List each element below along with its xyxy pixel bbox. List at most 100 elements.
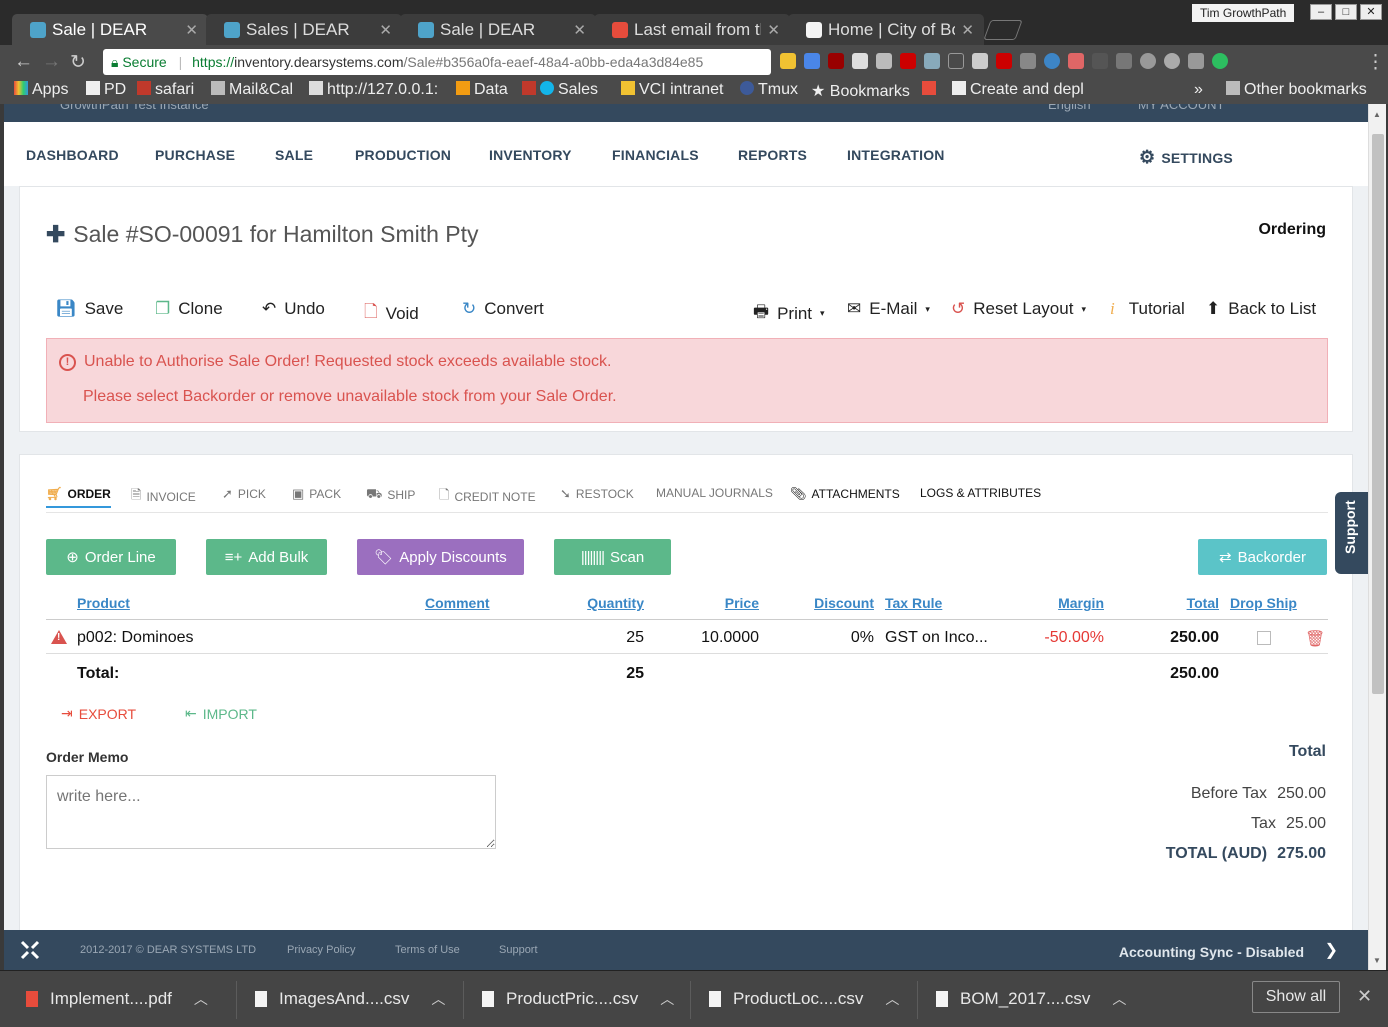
close-window-icon[interactable]: ✕ bbox=[1360, 4, 1382, 20]
download-item[interactable]: BOM_2017....csv ︿ bbox=[936, 989, 1126, 1009]
calendar-icon[interactable] bbox=[804, 53, 820, 69]
print-button[interactable]: 🖶︎ Print ▾ bbox=[753, 299, 825, 328]
close-icon[interactable]: ✕ bbox=[185, 21, 198, 39]
bookmark-tmux[interactable]: Tmux bbox=[740, 81, 798, 99]
tab-attachments[interactable]: 📎︎ ATTACHMENTS bbox=[790, 486, 900, 502]
drop-ship-checkbox[interactable] bbox=[1257, 631, 1271, 645]
close-icon[interactable]: ✕ bbox=[961, 21, 974, 39]
s-icon[interactable] bbox=[1020, 53, 1036, 69]
scan-button[interactable]: |||||||| Scan bbox=[554, 539, 671, 575]
chevron-up-icon[interactable]: ︿ bbox=[660, 989, 674, 1009]
close-icon[interactable]: ✕ bbox=[1357, 986, 1372, 1007]
order-line-button[interactable]: ⊕ Order Line bbox=[46, 539, 176, 575]
minimize-icon[interactable]: – bbox=[1310, 4, 1332, 20]
col-margin[interactable]: Margin bbox=[1058, 595, 1104, 611]
nav-financials[interactable]: FINANCIALS bbox=[612, 147, 699, 163]
maximize-icon[interactable]: □ bbox=[1335, 4, 1357, 20]
star-icon[interactable] bbox=[948, 53, 964, 69]
download-item[interactable]: Implement....pdf ︿ bbox=[26, 989, 208, 1009]
col-product[interactable]: Product bbox=[77, 595, 130, 611]
tab-order[interactable]: 🛒︎ ORDER bbox=[46, 486, 111, 508]
bookmark-mailcal[interactable]: Mail&Cal bbox=[211, 81, 293, 99]
chevron-up-icon[interactable]: ︿ bbox=[885, 989, 899, 1009]
tab-manual-journals[interactable]: MANUAL JOURNALS bbox=[656, 486, 773, 500]
row-quantity[interactable]: 25 bbox=[626, 629, 644, 647]
privacy-link[interactable]: Privacy Policy bbox=[287, 944, 355, 956]
bookmark-pd[interactable]: PD bbox=[86, 81, 126, 99]
tab-pack[interactable]: ▣ PACK bbox=[292, 486, 341, 502]
col-comment[interactable]: Comment bbox=[425, 595, 490, 611]
bookmark-localhost[interactable]: http://127.0.0.1: bbox=[309, 81, 438, 99]
back-to-list-button[interactable]: ⬆ Back to List bbox=[1206, 299, 1316, 319]
row-tax-rule[interactable]: GST on Inco... bbox=[885, 629, 988, 647]
clipper-icon[interactable] bbox=[852, 53, 868, 69]
support-tab[interactable]: Support bbox=[1335, 492, 1368, 574]
ext-dark-icon[interactable] bbox=[1092, 53, 1108, 69]
tutorial-button[interactable]: i Tutorial bbox=[1110, 299, 1185, 319]
menu-dots-icon[interactable]: ⋮ bbox=[1366, 51, 1385, 74]
bookmark-data[interactable]: Data bbox=[456, 81, 508, 99]
col-quantity[interactable]: Quantity bbox=[587, 595, 644, 611]
close-icon[interactable]: ✕ bbox=[573, 21, 586, 39]
col-price[interactable]: Price bbox=[725, 595, 759, 611]
color-icon[interactable] bbox=[1044, 53, 1060, 69]
row-discount[interactable]: 0% bbox=[851, 629, 874, 647]
download-item[interactable]: ProductPric....csv ︿ bbox=[482, 989, 674, 1009]
export-button[interactable]: ⇥ EXPORT bbox=[61, 705, 136, 722]
col-tax-rule[interactable]: Tax Rule bbox=[885, 595, 942, 611]
browser-tab-city[interactable]: Home | City of Bor ✕ bbox=[788, 14, 984, 45]
my-account-link[interactable]: MY ACCOUNT bbox=[1138, 104, 1224, 112]
void-button[interactable]: 🗋︎ Void bbox=[364, 299, 419, 328]
drive-icon[interactable] bbox=[780, 53, 796, 69]
scroll-up-icon[interactable]: ▲ bbox=[1373, 110, 1381, 119]
bookmark-apps[interactable]: Apps bbox=[14, 81, 68, 99]
trash-icon[interactable]: 🗑︎ bbox=[1305, 629, 1325, 649]
order-memo-textarea[interactable] bbox=[46, 775, 496, 849]
bookmark-safari[interactable]: safari bbox=[137, 81, 194, 99]
bookmark-other[interactable]: Other bookmarks bbox=[1226, 81, 1367, 99]
tab-credit-note[interactable]: 🗋︎ CREDIT NOTE bbox=[439, 486, 536, 508]
col-drop-ship[interactable]: Drop Ship bbox=[1230, 595, 1297, 611]
backorder-button[interactable]: ⇄ Backorder bbox=[1198, 539, 1327, 575]
close-icon[interactable]: ✕ bbox=[767, 21, 780, 39]
import-button[interactable]: ⇤ IMPORT bbox=[185, 705, 257, 722]
nav-purchase[interactable]: PURCHASE bbox=[155, 147, 235, 163]
bookmark-create[interactable]: Create and depl bbox=[952, 81, 1088, 99]
show-all-button[interactable]: Show all bbox=[1252, 981, 1340, 1013]
nav-sale[interactable]: SALE bbox=[275, 147, 313, 163]
convert-button[interactable]: ↻ Convert bbox=[462, 299, 544, 319]
ext-circle-icon[interactable] bbox=[1164, 53, 1180, 69]
col-discount[interactable]: Discount bbox=[814, 595, 874, 611]
language-selector[interactable]: English bbox=[1048, 104, 1091, 112]
reload-icon[interactable]: ↻ bbox=[70, 51, 86, 74]
apply-discounts-button[interactable]: 🏷︎ Apply Discounts bbox=[357, 539, 524, 575]
profile-chip[interactable]: Tim GrowthPath bbox=[1192, 4, 1295, 22]
chevron-down-icon[interactable]: ❯ bbox=[1325, 940, 1338, 960]
undo-button[interactable]: ↶ Undo bbox=[262, 299, 325, 319]
chevron-up-icon[interactable]: ︿ bbox=[194, 989, 208, 1009]
scroll-down-icon[interactable]: ▼ bbox=[1373, 956, 1381, 965]
back-arrow-icon[interactable]: ← bbox=[14, 51, 33, 73]
youtube-icon[interactable] bbox=[996, 53, 1012, 69]
bookmark-vci[interactable]: VCI intranet bbox=[621, 81, 723, 99]
tab-ship[interactable]: ⛟ SHIP bbox=[366, 486, 415, 504]
page-scrollbar[interactable]: ▲ ▼ bbox=[1368, 104, 1386, 970]
chevron-up-icon[interactable]: ︿ bbox=[1112, 989, 1126, 1009]
tab-pick[interactable]: ➚ PICK bbox=[222, 486, 266, 502]
bookmarks-overflow[interactable]: » bbox=[1194, 81, 1203, 99]
new-tab-button[interactable] bbox=[983, 20, 1023, 40]
download-item[interactable]: ImagesAnd....csv ︿ bbox=[255, 989, 445, 1009]
bookmark-bookmarks[interactable]: ★ Bookmarks bbox=[811, 81, 910, 101]
bookmark-mail[interactable] bbox=[922, 81, 940, 99]
cloud-icon[interactable] bbox=[876, 53, 892, 69]
tab-logs-attributes[interactable]: LOGS & ATTRIBUTES bbox=[920, 486, 1041, 500]
browser-tab-email[interactable]: Last email from th ✕ bbox=[594, 14, 790, 45]
clone-button[interactable]: ❐ Clone bbox=[155, 299, 223, 319]
close-icon[interactable]: ✕ bbox=[379, 21, 392, 39]
lastpass-icon[interactable] bbox=[900, 53, 916, 69]
chevron-up-icon[interactable]: ︿ bbox=[431, 989, 445, 1009]
compass-icon[interactable] bbox=[1140, 53, 1156, 69]
browser-tab-sale[interactable]: Sale | DEAR ✕ bbox=[12, 14, 208, 45]
nav-dashboard[interactable]: DASHBOARD bbox=[26, 147, 119, 163]
nav-inventory[interactable]: INVENTORY bbox=[489, 147, 572, 163]
